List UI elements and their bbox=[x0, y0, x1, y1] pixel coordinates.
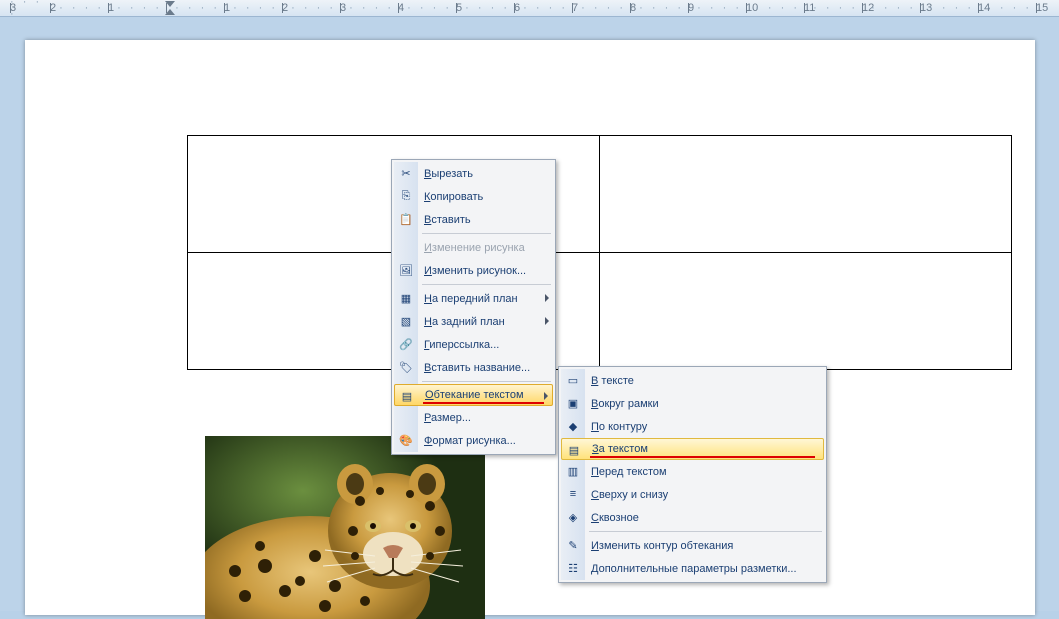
submenu-arrow-icon bbox=[544, 392, 548, 400]
menu-item-cut[interactable]: ✂ Вырезать bbox=[394, 162, 553, 185]
menu-separator bbox=[422, 381, 551, 382]
wrap-tight-icon: ◆ bbox=[565, 418, 581, 434]
context-menu: ✂ Вырезать ⎘ Копировать 📋 Вставить Изменени… bbox=[391, 159, 556, 455]
wrap-item-more-layout[interactable]: ☷ Дополнительные параметры разметки... bbox=[561, 557, 824, 580]
menu-label: На задний план bbox=[424, 316, 505, 328]
menu-label: Дополнительные параметры разметки... bbox=[591, 563, 797, 575]
wrap-behind-icon: ▤ bbox=[566, 442, 582, 458]
menu-label: Вставить название... bbox=[424, 362, 530, 374]
menu-item-copy[interactable]: ⎘ Копировать bbox=[394, 185, 553, 208]
text-wrapping-submenu: ▭ В тексте ▣ Вокруг рамки ◆ По контуру ▤ За … bbox=[558, 366, 827, 583]
wrap-item-inline[interactable]: ▭ В тексте bbox=[561, 369, 824, 392]
send-back-icon: ▧ bbox=[398, 313, 414, 329]
caption-icon: 🏷 bbox=[398, 359, 414, 375]
menu-label: Вставить bbox=[424, 214, 471, 226]
format-picture-icon: 🎨 bbox=[398, 432, 414, 448]
menu-label: Перед текстом bbox=[591, 466, 667, 478]
more-layout-icon: ☷ bbox=[565, 560, 581, 576]
wrap-square-icon: ▣ bbox=[565, 395, 581, 411]
menu-label: На передний план bbox=[424, 293, 518, 305]
wrap-item-top-bottom[interactable]: ≡ Сверху и снизу bbox=[561, 483, 824, 506]
menu-item-caption[interactable]: 🏷 Вставить название... bbox=[394, 356, 553, 379]
table-row[interactable] bbox=[188, 136, 1012, 253]
menu-label: В тексте bbox=[591, 375, 634, 387]
menu-label: Формат рисунка... bbox=[424, 435, 516, 447]
menu-label: Размер... bbox=[424, 412, 471, 424]
menu-item-hyperlink[interactable]: 🔗 Гиперссылка... bbox=[394, 333, 553, 356]
wrap-item-through[interactable]: ◈ Сквозное bbox=[561, 506, 824, 529]
paste-icon: 📋 bbox=[398, 211, 414, 227]
table-row[interactable] bbox=[188, 253, 1012, 370]
menu-label: Вокруг рамки bbox=[591, 398, 659, 410]
wrap-icon: ▤ bbox=[399, 388, 415, 404]
menu-item-size[interactable]: Размер... bbox=[394, 406, 553, 429]
hyperlink-icon: 🔗 bbox=[398, 336, 414, 352]
menu-item-send-back[interactable]: ▧ На задний план bbox=[394, 310, 553, 333]
menu-label: Гиперссылка... bbox=[424, 339, 499, 351]
scissors-icon: ✂ bbox=[398, 165, 414, 181]
edit-wrap-points-icon: ✎ bbox=[565, 537, 581, 553]
picture-swap-icon: 🖼 bbox=[398, 262, 414, 278]
menu-item-format-picture[interactable]: 🎨 Формат рисунка... bbox=[394, 429, 553, 452]
wrap-item-edit-points[interactable]: ✎ Изменить контур обтекания bbox=[561, 534, 824, 557]
menu-label: Сверху и снизу bbox=[591, 489, 668, 501]
document-table[interactable] bbox=[187, 135, 1012, 370]
wrap-item-behind-text[interactable]: ▤ За текстом bbox=[561, 438, 824, 460]
menu-separator bbox=[422, 233, 551, 234]
wrap-inline-icon: ▭ bbox=[565, 372, 581, 388]
menu-label: Изменение рисунка bbox=[424, 242, 525, 254]
wrap-item-front[interactable]: ▥ Перед текстом bbox=[561, 460, 824, 483]
submenu-arrow-icon bbox=[545, 294, 549, 302]
menu-label: Копировать bbox=[424, 191, 483, 203]
menu-item-change-image[interactable]: 🖼 Изменить рисунок... bbox=[394, 259, 553, 282]
leopard-image[interactable] bbox=[205, 436, 485, 619]
leopard-image-content bbox=[205, 436, 485, 619]
menu-label: По контуру bbox=[591, 421, 647, 433]
bring-front-icon: ▦ bbox=[398, 290, 414, 306]
menu-item-bring-front[interactable]: ▦ На передний план bbox=[394, 287, 553, 310]
menu-item-edit-image: Изменение рисунка bbox=[394, 236, 553, 259]
menu-label: Обтекание текстом bbox=[425, 389, 524, 401]
menu-item-text-wrapping[interactable]: ▤ Обтекание текстом bbox=[394, 384, 553, 406]
submenu-arrow-icon bbox=[545, 317, 549, 325]
wrap-item-tight[interactable]: ◆ По контуру bbox=[561, 415, 824, 438]
indent-marker-icon[interactable] bbox=[165, 1, 174, 15]
menu-label: За текстом bbox=[592, 443, 648, 455]
menu-separator bbox=[422, 284, 551, 285]
copy-icon: ⎘ bbox=[398, 188, 414, 204]
menu-label: Вырезать bbox=[424, 168, 473, 180]
horizontal-ruler[interactable]: 3 2 1 1 2 3 4 5 6 7 8 9 10 11 12 13 14 1… bbox=[0, 0, 1059, 17]
menu-separator bbox=[589, 531, 822, 532]
menu-label: Изменить рисунок... bbox=[424, 265, 526, 277]
wrap-through-icon: ◈ bbox=[565, 509, 581, 525]
wrap-item-square[interactable]: ▣ Вокруг рамки bbox=[561, 392, 824, 415]
menu-label: Сквозное bbox=[591, 512, 639, 524]
menu-label: Изменить контур обтекания bbox=[591, 540, 733, 552]
wrap-front-icon: ▥ bbox=[565, 463, 581, 479]
wrap-topbottom-icon: ≡ bbox=[565, 486, 581, 502]
menu-item-paste[interactable]: 📋 Вставить bbox=[394, 208, 553, 231]
